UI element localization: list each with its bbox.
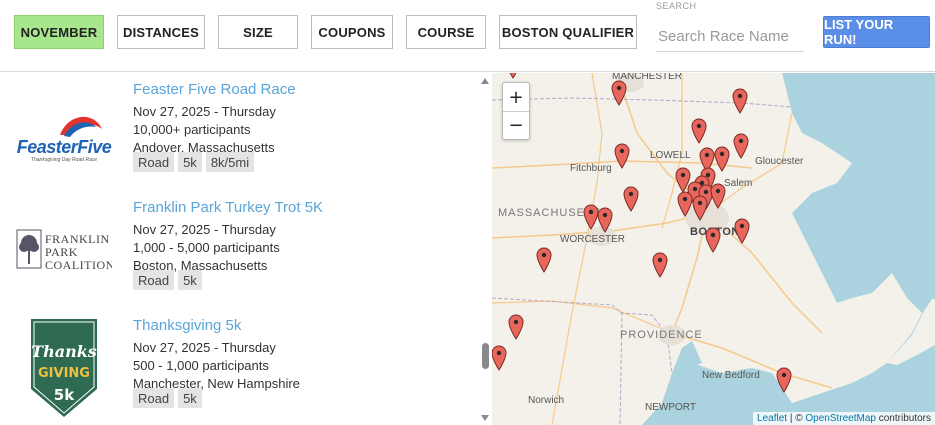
race-marker-pin-icon[interactable]	[508, 314, 524, 340]
race-tag: 5k	[178, 388, 202, 408]
thanksgiving-logo-word2: GIVING	[38, 366, 90, 381]
race-participants: 10,000+ participants	[133, 122, 251, 137]
thanksgiving-5k-logo-graphic: Thanks GIVING 5k	[31, 319, 97, 417]
race-marker-pin-icon[interactable]	[623, 186, 639, 212]
race-item-franklin-park[interactable]: FRANKLIN PARK COALITION Franklin Park Tu…	[0, 191, 478, 309]
thanksgiving-logo-word3: 5k	[54, 386, 75, 404]
feaster-five-logo-text: FeasterFive	[17, 137, 112, 157]
race-marker-pin-icon[interactable]	[705, 227, 721, 253]
race-item-feaster-five[interactable]: FeasterFive Thanksgiving Day Road Race F…	[0, 73, 478, 191]
race-date: Nov 27, 2025 - Thursday	[133, 340, 276, 355]
attribution-separator: | ©	[787, 413, 806, 424]
map-label-new-bedford: New Bedford	[702, 370, 760, 381]
race-tags: Road 5k	[133, 270, 202, 290]
openstreetmap-link[interactable]: OpenStreetMap	[805, 413, 876, 424]
franklin-park-logo[interactable]: FRANKLIN PARK COALITION	[16, 213, 112, 289]
race-marker-pin-icon[interactable]	[714, 146, 730, 172]
search-input[interactable]	[656, 22, 804, 52]
race-tag: 8k/5mi	[205, 152, 255, 172]
race-name[interactable]: Franklin Park Turkey Trot 5K	[133, 199, 323, 216]
boston-qualifier-filter-button[interactable]: BOSTON QUALIFIER	[499, 15, 637, 49]
leaflet-link[interactable]: Leaflet	[757, 413, 787, 424]
scroll-up-arrow-icon[interactable]	[481, 78, 489, 84]
coupons-filter-button[interactable]: COUPONS	[311, 15, 393, 49]
map-label-providence: PROVIDENCE	[620, 329, 703, 341]
map-label-gloucester: Gloucester	[755, 156, 804, 167]
search-label: SEARCH	[656, 1, 697, 11]
map-label-fitchburg: Fitchburg	[570, 163, 612, 174]
race-tag: Road	[133, 270, 175, 290]
race-marker-pin-icon[interactable]	[734, 218, 750, 244]
race-marker-pin-icon[interactable]	[691, 118, 707, 144]
race-tags: Road 5k	[133, 388, 202, 408]
race-marker-pin-icon[interactable]	[597, 207, 613, 233]
race-name[interactable]: Feaster Five Road Race	[133, 81, 296, 98]
race-marker-pin-icon[interactable]	[614, 143, 630, 169]
map-label-worcester: WORCESTER	[560, 234, 625, 245]
feaster-five-logo-subtext: Thanksgiving Day Road Race	[31, 157, 97, 163]
race-marker-pin-icon[interactable]	[652, 252, 668, 278]
attribution-contributors: contributors	[875, 413, 931, 424]
franklin-park-logo-graphic: FRANKLIN PARK COALITION	[16, 229, 112, 272]
race-marker-pin-icon[interactable]	[505, 73, 521, 79]
scroll-down-arrow-icon[interactable]	[481, 415, 489, 421]
race-tag: 5k	[178, 152, 202, 172]
map-attribution: Leaflet | © OpenStreetMap contributors	[753, 412, 935, 425]
november-filter-button[interactable]: NOVEMBER	[14, 15, 104, 49]
thanksgiving-logo-word1: Thanks	[31, 342, 97, 361]
franklin-logo-line2: PARK	[45, 245, 78, 259]
race-marker-pin-icon[interactable]	[733, 133, 749, 159]
race-participants: 1,000 - 5,000 participants	[133, 240, 280, 255]
race-marker-pin-icon[interactable]	[677, 191, 693, 217]
thanksgiving-5k-logo[interactable]: Thanks GIVING 5k	[16, 317, 112, 419]
feaster-five-logo-graphic: FeasterFive Thanksgiving Day Road Race	[17, 116, 112, 163]
race-participants: 500 - 1,000 participants	[133, 358, 269, 373]
race-date: Nov 27, 2025 - Thursday	[133, 222, 276, 237]
race-marker-pin-icon[interactable]	[732, 88, 748, 114]
list-your-run-button[interactable]: LIST YOUR RUN!	[823, 16, 930, 48]
race-marker-pin-icon[interactable]	[692, 195, 708, 221]
feaster-five-logo[interactable]: FeasterFive Thanksgiving Day Road Race	[16, 105, 112, 181]
race-marker-pin-icon[interactable]	[710, 183, 726, 209]
race-tag: 5k	[178, 270, 202, 290]
race-map[interactable]: MANCHESTER LOWELL Fitchburg Gloucester S…	[492, 73, 935, 425]
race-list: FeasterFive Thanksgiving Day Road Race F…	[0, 73, 478, 425]
race-name[interactable]: Thanksgiving 5k	[133, 317, 241, 334]
zoom-in-button[interactable]: +	[503, 83, 529, 111]
race-list-scrollbar[interactable]	[479, 73, 492, 425]
race-item-thanksgiving-5k[interactable]: Thanks GIVING 5k Thanksgiving 5k Nov 27,…	[0, 309, 478, 425]
zoom-out-button[interactable]: −	[503, 111, 529, 139]
race-marker-pin-icon[interactable]	[611, 80, 627, 106]
race-marker-pin-icon[interactable]	[536, 247, 552, 273]
franklin-logo-line3: COALITION	[45, 258, 112, 272]
course-filter-button[interactable]: COURSE	[406, 15, 486, 49]
size-filter-button[interactable]: SIZE	[218, 15, 298, 49]
race-marker-pin-icon[interactable]	[776, 367, 792, 393]
race-tag: Road	[133, 388, 175, 408]
distances-filter-button[interactable]: DISTANCES	[117, 15, 205, 49]
map-label-salem: Salem	[724, 178, 753, 189]
map-label-norwich: Norwich	[528, 395, 565, 406]
franklin-logo-line1: FRANKLIN	[45, 232, 110, 246]
race-marker-pin-icon[interactable]	[492, 345, 507, 371]
scrollbar-thumb[interactable]	[482, 343, 489, 369]
race-tag: Road	[133, 152, 175, 172]
map-label-lowell: LOWELL	[650, 150, 691, 161]
race-tags: Road 5k 8k/5mi	[133, 152, 255, 172]
map-label-newport: NEWPORT	[645, 402, 696, 413]
race-date: Nov 27, 2025 - Thursday	[133, 104, 276, 119]
map-zoom-control: + −	[502, 82, 530, 140]
filter-bar: NOVEMBER DISTANCES SIZE COUPONS COURSE B…	[0, 0, 935, 72]
